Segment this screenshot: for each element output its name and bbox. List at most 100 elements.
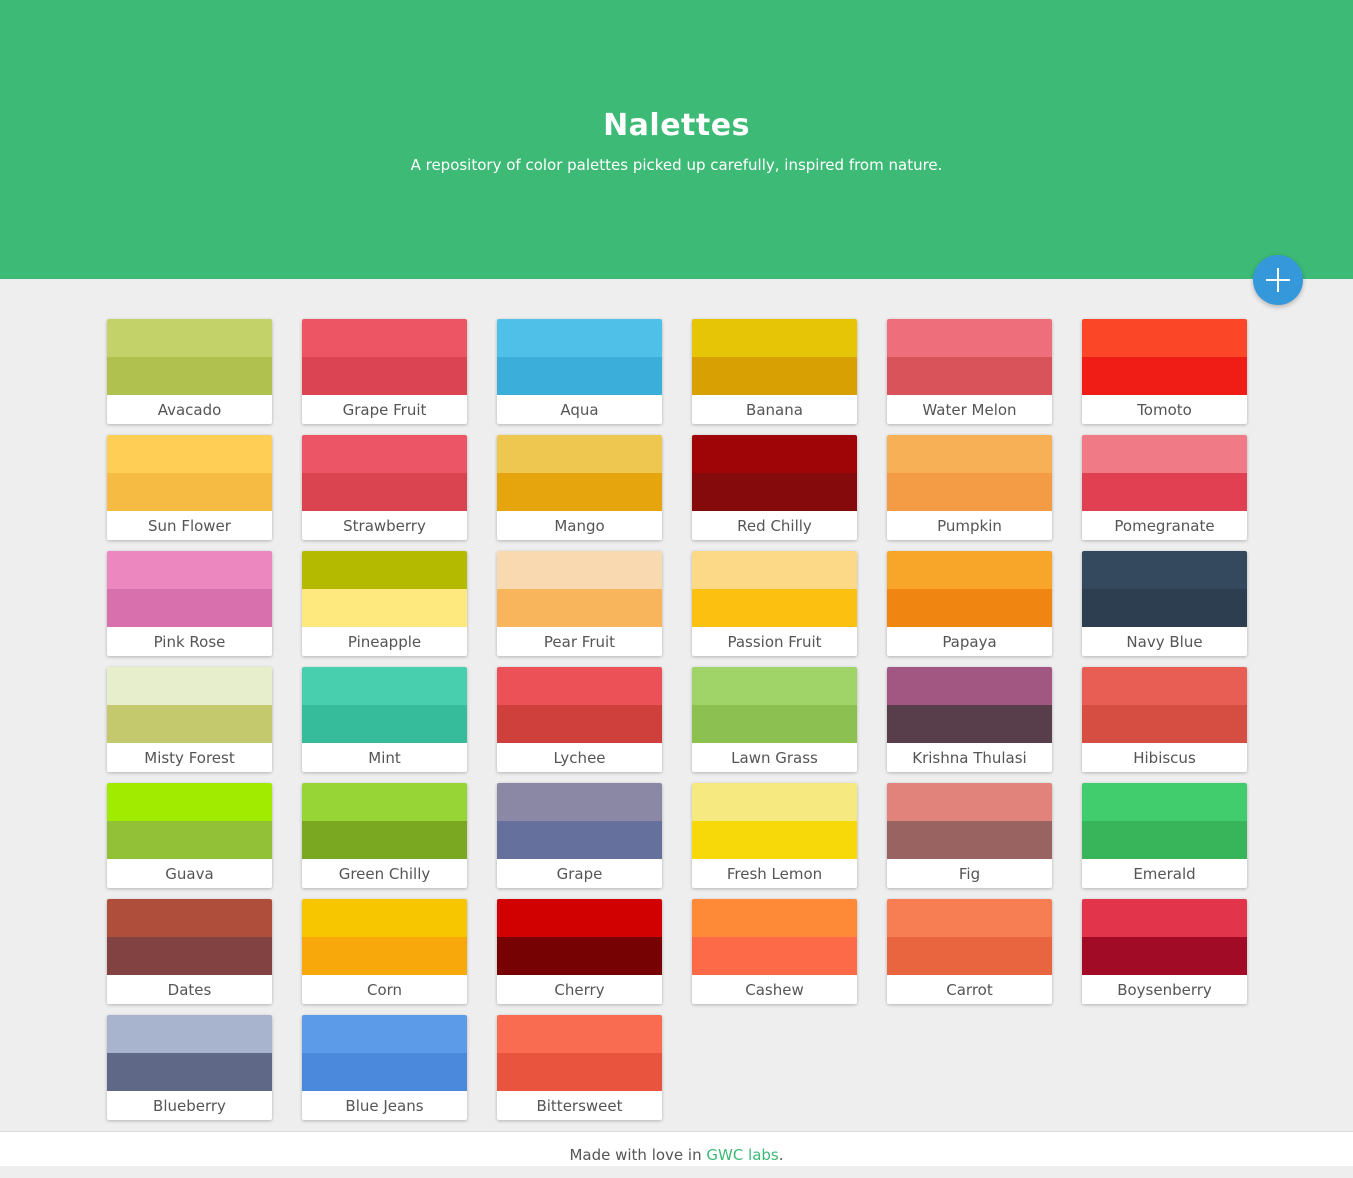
palette-swatch-bottom (497, 821, 662, 859)
palette-card[interactable]: Passion Fruit (692, 551, 857, 656)
palette-swatch-bottom (1082, 705, 1247, 743)
palette-swatch-top (1082, 667, 1247, 705)
palette-swatch-bottom (497, 357, 662, 395)
palette-card[interactable]: Water Melon (887, 319, 1052, 424)
palette-swatch-bottom (302, 705, 467, 743)
palette-swatch-top (302, 783, 467, 821)
palette-card[interactable]: Pink Rose (107, 551, 272, 656)
palette-swatch-bottom (107, 937, 272, 975)
palette-card[interactable]: Krishna Thulasi (887, 667, 1052, 772)
palette-card[interactable]: Pear Fruit (497, 551, 662, 656)
palette-name: Carrot (946, 981, 993, 999)
palette-card[interactable]: Aqua (497, 319, 662, 424)
palette-card[interactable]: Grape (497, 783, 662, 888)
palette-card[interactable]: Mint (302, 667, 467, 772)
add-palette-button[interactable] (1253, 255, 1303, 305)
palette-swatch-bottom (302, 473, 467, 511)
palette-name: Passion Fruit (727, 633, 822, 651)
palette-card[interactable]: Misty Forest (107, 667, 272, 772)
palette-name: Grape (556, 865, 603, 883)
palette-card[interactable]: Mango (497, 435, 662, 540)
palette-swatch-top (302, 1015, 467, 1053)
palette-swatch-bottom (887, 357, 1052, 395)
palette-swatch-top (302, 551, 467, 589)
palette-name: Sun Flower (148, 517, 231, 535)
palette-name: Mango (554, 517, 605, 535)
palette-card[interactable]: Hibiscus (1082, 667, 1247, 772)
palette-card[interactable]: Red Chilly (692, 435, 857, 540)
palette-name: Green Chilly (338, 865, 431, 883)
palette-swatch-top (107, 551, 272, 589)
palette-card[interactable]: Fig (887, 783, 1052, 888)
palette-card[interactable]: Pumpkin (887, 435, 1052, 540)
palette-swatch-bottom (887, 589, 1052, 627)
palette-swatch-bottom (692, 937, 857, 975)
palette-card[interactable]: Banana (692, 319, 857, 424)
palette-card[interactable]: Navy Blue (1082, 551, 1247, 656)
palette-card[interactable]: Tomoto (1082, 319, 1247, 424)
palette-swatch-bottom (1082, 473, 1247, 511)
palette-swatch-top (1082, 899, 1247, 937)
palette-name: Red Chilly (737, 517, 812, 535)
palette-card[interactable]: Guava (107, 783, 272, 888)
palette-card[interactable]: Lychee (497, 667, 662, 772)
palette-swatch-top (1082, 551, 1247, 589)
palette-card[interactable]: Pomegranate (1082, 435, 1247, 540)
palette-name: Fig (958, 865, 981, 883)
palette-swatch-bottom (692, 473, 857, 511)
palette-card[interactable]: Pineapple (302, 551, 467, 656)
palette-swatch-bottom (107, 589, 272, 627)
palette-name: Boysenberry (1117, 981, 1212, 999)
palette-card[interactable]: Corn (302, 899, 467, 1004)
page-title: Nalettes (603, 108, 750, 143)
palette-swatch-bottom (1082, 821, 1247, 859)
palette-swatch-top (302, 899, 467, 937)
palette-swatch-top (1082, 783, 1247, 821)
palette-swatch-bottom (497, 1053, 662, 1091)
palette-name: Mint (368, 749, 401, 767)
palette-name: Banana (746, 401, 803, 419)
palette-name: Blue Jeans (345, 1097, 424, 1115)
palette-name: Corn (366, 981, 403, 999)
palette-card[interactable]: Boysenberry (1082, 899, 1247, 1004)
palette-swatch-top (107, 667, 272, 705)
palette-swatch-top (692, 319, 857, 357)
palette-card[interactable]: Fresh Lemon (692, 783, 857, 888)
palette-card[interactable]: Sun Flower (107, 435, 272, 540)
palette-card[interactable]: Green Chilly (302, 783, 467, 888)
palette-card[interactable]: Grape Fruit (302, 319, 467, 424)
palette-swatch-top (107, 435, 272, 473)
palette-swatch-bottom (497, 589, 662, 627)
palette-card[interactable]: Cashew (692, 899, 857, 1004)
palette-card[interactable]: Lawn Grass (692, 667, 857, 772)
palette-card[interactable]: Blue Jeans (302, 1015, 467, 1120)
page-subtitle: A repository of color palettes picked up… (410, 156, 943, 174)
palette-swatch-top (692, 783, 857, 821)
palette-swatch-bottom (107, 821, 272, 859)
palette-swatch-top (107, 1015, 272, 1053)
palette-name: Pear Fruit (543, 633, 616, 651)
palette-name: Aqua (560, 401, 599, 419)
palette-swatch-bottom (692, 705, 857, 743)
palette-card[interactable]: Dates (107, 899, 272, 1004)
palette-name: Lawn Grass (731, 749, 818, 767)
palette-card[interactable]: Carrot (887, 899, 1052, 1004)
palette-swatch-top (497, 1015, 662, 1053)
palette-name: Dates (167, 981, 212, 999)
palette-name: Water Melon (922, 401, 1017, 419)
palette-swatch-bottom (887, 473, 1052, 511)
gwc-labs-link[interactable]: GWC labs (706, 1146, 778, 1164)
palette-name: Papaya (942, 633, 997, 651)
palette-card[interactable]: Emerald (1082, 783, 1247, 888)
palette-swatch-bottom (692, 821, 857, 859)
palette-card[interactable]: Strawberry (302, 435, 467, 540)
palette-card[interactable]: Cherry (497, 899, 662, 1004)
palette-card[interactable]: Avacado (107, 319, 272, 424)
palette-card[interactable]: Papaya (887, 551, 1052, 656)
palette-name: Avacado (157, 401, 222, 419)
palette-swatch-top (692, 551, 857, 589)
palette-card[interactable]: Bittersweet (497, 1015, 662, 1120)
palette-swatch-top (887, 551, 1052, 589)
palette-name: Fresh Lemon (726, 865, 823, 883)
palette-card[interactable]: Blueberry (107, 1015, 272, 1120)
